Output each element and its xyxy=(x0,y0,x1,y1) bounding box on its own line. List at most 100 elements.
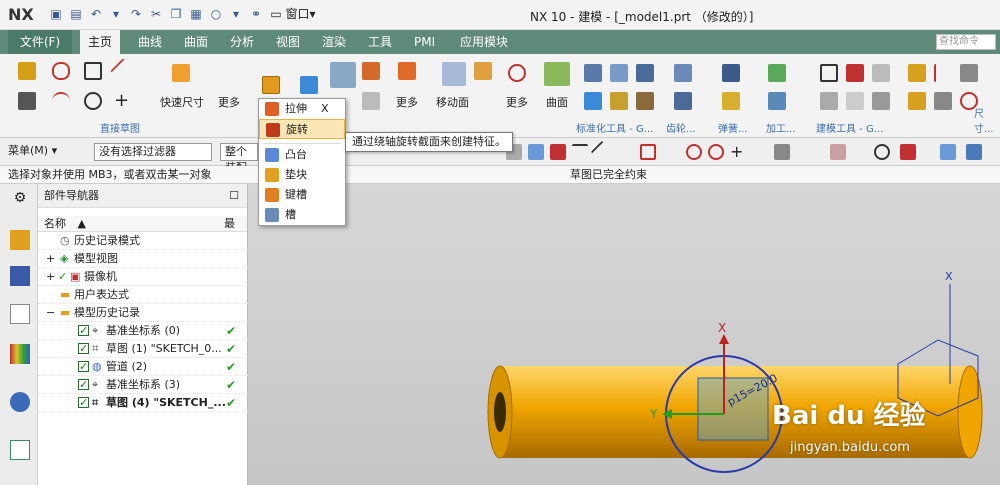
assembly-navigator-icon[interactable] xyxy=(10,230,30,250)
column-latest[interactable]: 最 xyxy=(224,216,235,232)
dim-tool-icon-1[interactable] xyxy=(908,64,926,82)
sketch-icon[interactable] xyxy=(18,62,36,80)
model-tool-icon-1[interactable] xyxy=(820,64,838,82)
settings-icon[interactable]: ⚙ xyxy=(10,190,30,210)
std-tool-icon-6[interactable] xyxy=(636,92,654,110)
tree-item[interactable]: + ✓ ▣ 摄像机 xyxy=(38,268,248,286)
rectangle-icon[interactable] xyxy=(84,62,102,80)
snap-icon-8[interactable] xyxy=(774,144,790,160)
file-menu-tab[interactable]: 文件(F) xyxy=(8,30,72,54)
surface-button[interactable]: 曲面 xyxy=(546,94,568,110)
expand-icon[interactable]: + xyxy=(46,268,55,286)
command-search-input[interactable]: 查找命令 xyxy=(936,34,996,50)
dim-tool-icon-4[interactable] xyxy=(908,92,926,110)
feature-icon[interactable] xyxy=(300,76,318,94)
tree-item[interactable]: − ▬ 模型历史记录 xyxy=(38,304,248,322)
tab-home[interactable]: 主页 xyxy=(80,30,121,55)
circle-icon[interactable]: ○ xyxy=(208,6,224,22)
tree-item[interactable]: ⌗ 草图 (4) "SKETCH_... ✔ xyxy=(38,394,248,412)
feature-checkbox[interactable] xyxy=(78,322,89,340)
tab-view[interactable]: 视图 xyxy=(268,30,308,54)
move-face-icon[interactable] xyxy=(442,62,466,86)
dim-tool-icon-2[interactable] xyxy=(934,64,952,82)
view-orient-icon[interactable] xyxy=(900,144,916,160)
visible-check-icon[interactable]: ✓ xyxy=(58,268,67,286)
line-icon[interactable] xyxy=(110,58,136,84)
tree-item[interactable]: ◍ 管道 (2) ✔ xyxy=(38,358,248,376)
part-navigator-icon[interactable] xyxy=(10,304,30,324)
arc-icon[interactable] xyxy=(52,92,70,110)
std-tool-icon-1[interactable] xyxy=(584,64,602,82)
more-button-2[interactable]: 更多 xyxy=(396,94,418,110)
maximize-icon[interactable]: ☐ xyxy=(229,184,239,208)
tab-analysis[interactable]: 分析 xyxy=(222,30,262,54)
collapse-icon[interactable]: − xyxy=(46,304,55,322)
feature-checkbox[interactable] xyxy=(78,394,89,412)
snap-icon-3[interactable] xyxy=(590,140,614,164)
model-tool-icon-4[interactable] xyxy=(820,92,838,110)
snap-icon-7[interactable]: + xyxy=(730,142,743,161)
offset-region-icon[interactable] xyxy=(474,62,492,80)
dim-tool-icon-5[interactable] xyxy=(934,92,952,110)
window-menu-icon[interactable]: ▭ 窗口▾ xyxy=(268,6,318,22)
constraint-navigator-icon[interactable] xyxy=(10,266,30,286)
paste-icon[interactable]: ▦ xyxy=(188,6,204,22)
std-tool-icon-5[interactable] xyxy=(610,92,628,110)
tree-item[interactable]: + ◈ 模型视图 xyxy=(38,250,248,268)
gear-tool-icon-1[interactable] xyxy=(674,64,692,82)
reuse-library-icon[interactable] xyxy=(10,344,30,364)
menu-item-groove[interactable]: 槽 xyxy=(259,205,345,225)
rapid-dimension-icon[interactable] xyxy=(172,64,190,82)
tree-item[interactable]: ⌗ 草图 (1) "SKETCH_0... ✔ xyxy=(38,340,248,358)
column-name[interactable]: 名称 xyxy=(44,217,66,230)
more-button-3[interactable]: 更多 xyxy=(506,94,528,110)
gear-tool-icon-2[interactable] xyxy=(674,92,692,110)
block-icon[interactable] xyxy=(330,62,356,88)
tree-item[interactable]: ◷ 历史记录模式 xyxy=(38,232,248,250)
feature-checkbox[interactable] xyxy=(78,358,89,376)
copy-icon[interactable]: ❐ xyxy=(168,6,184,22)
point-icon[interactable]: + xyxy=(114,90,129,111)
view-tool-icon-3[interactable] xyxy=(830,144,846,160)
edge-blend-icon[interactable] xyxy=(398,62,416,80)
rapid-dimension-button[interactable]: 快速尺寸 xyxy=(160,94,204,110)
move-face-button[interactable]: 移动面 xyxy=(436,94,469,110)
sync-icon[interactable] xyxy=(508,64,526,82)
tab-pmi[interactable]: PMI xyxy=(406,30,443,54)
tab-render[interactable]: 渲染 xyxy=(314,30,354,54)
history-icon[interactable] xyxy=(10,440,30,460)
finish-sketch-icon[interactable] xyxy=(18,92,36,110)
tab-curve[interactable]: 曲线 xyxy=(130,30,170,54)
tab-tools[interactable]: 工具 xyxy=(360,30,400,54)
cut-icon[interactable]: ✂ xyxy=(148,6,164,22)
profile-icon[interactable] xyxy=(52,62,70,80)
tree-item[interactable]: ▬ 用户表达式 xyxy=(38,286,248,304)
circle-icon[interactable] xyxy=(84,92,102,110)
feature-checkbox[interactable] xyxy=(78,376,89,394)
expand-icon[interactable]: + xyxy=(46,250,55,268)
display-icon[interactable] xyxy=(966,144,982,160)
tree-item[interactable]: ⌖ 基准坐标系 (0) ✔ xyxy=(38,322,248,340)
model-tool-icon-5[interactable] xyxy=(846,92,864,110)
view-tool-icon-2[interactable] xyxy=(528,144,544,160)
dropdown-icon[interactable]: ▾ xyxy=(108,6,124,22)
web-browser-icon[interactable] xyxy=(10,392,30,412)
dropdown-icon[interactable]: ▾ xyxy=(228,6,244,22)
snap-icon-6[interactable] xyxy=(708,144,724,160)
sort-asc-icon[interactable]: ▲ xyxy=(78,217,86,230)
link-icon[interactable]: ⚭ xyxy=(248,6,264,22)
undo-icon[interactable]: ↶ xyxy=(88,6,104,22)
snap-icon-1[interactable] xyxy=(550,144,566,160)
more-button-1[interactable]: 更多 xyxy=(218,94,240,110)
model-tool-icon-3[interactable] xyxy=(872,64,890,82)
spring-tool-icon-2[interactable] xyxy=(722,92,740,110)
main-menu-button[interactable]: 菜单(M) ▾ xyxy=(4,143,74,161)
type-filter-select[interactable]: 没有选择过滤器 xyxy=(94,143,212,161)
std-tool-icon-4[interactable] xyxy=(584,92,602,110)
machining-tool-icon-1[interactable] xyxy=(768,64,786,82)
menu-item-pad[interactable]: 垫块 xyxy=(259,165,345,185)
snap-icon-4[interactable] xyxy=(640,144,656,160)
unite-icon[interactable] xyxy=(362,62,380,80)
shell-icon[interactable] xyxy=(362,92,380,110)
spring-tool-icon-1[interactable] xyxy=(722,64,740,82)
